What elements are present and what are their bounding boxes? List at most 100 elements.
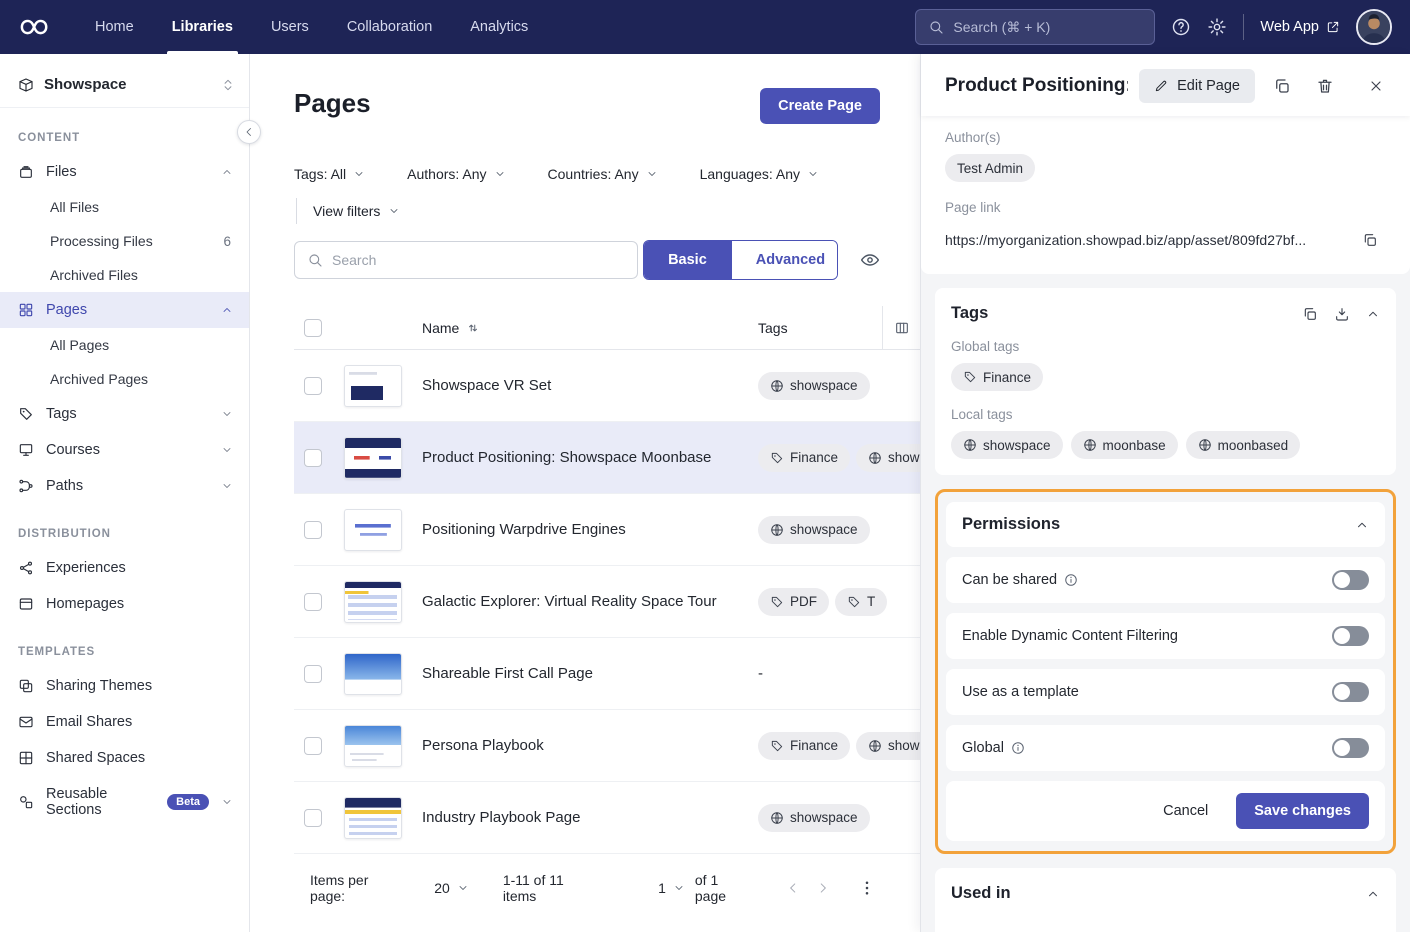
global-toggle[interactable] — [1332, 738, 1369, 758]
web-app-link[interactable]: Web App — [1260, 19, 1340, 35]
row-checkbox[interactable] — [304, 521, 322, 539]
preview-eye-icon[interactable] — [860, 250, 880, 270]
local-tag-chip[interactable]: moonbased — [1186, 431, 1301, 459]
tag-chip[interactable]: showspace — [758, 516, 870, 544]
sidebar-item-processing-files[interactable]: Processing Files 6 — [0, 224, 249, 258]
table-row[interactable]: Industry Playbook Page showspace — [294, 782, 920, 854]
info-icon[interactable] — [1064, 573, 1078, 587]
tag-chip[interactable]: Finance — [758, 732, 850, 760]
sidebar-item-pages[interactable]: Pages — [0, 292, 249, 328]
advanced-mode-button[interactable]: Advanced — [731, 241, 838, 279]
settings-gear-icon[interactable] — [1207, 17, 1227, 37]
sidebar-item-paths[interactable]: Paths — [0, 468, 249, 504]
trash-icon[interactable] — [1309, 70, 1341, 102]
table-row[interactable]: Persona Playbook Finance showspace — [294, 710, 920, 782]
edit-page-button[interactable]: Edit Page — [1139, 69, 1255, 103]
select-all-checkbox[interactable] — [304, 319, 322, 337]
tag-chip[interactable]: showspace — [856, 444, 920, 472]
sidebar-item-archived-pages[interactable]: Archived Pages — [0, 362, 249, 396]
table-row[interactable]: Shareable First Call Page - — [294, 638, 920, 710]
workspace-switch-icon[interactable] — [221, 78, 235, 92]
table-search[interactable] — [294, 241, 638, 279]
view-filters-button[interactable]: View filters — [296, 198, 400, 224]
row-checkbox[interactable] — [304, 593, 322, 611]
save-changes-button[interactable]: Save changes — [1236, 793, 1369, 829]
table-row[interactable]: Positioning Warpdrive Engines showspace — [294, 494, 920, 566]
previous-page-button[interactable] — [779, 873, 809, 903]
global-tag-chip[interactable]: Finance — [951, 363, 1043, 391]
row-checkbox[interactable] — [304, 809, 322, 827]
close-icon[interactable] — [1360, 70, 1392, 102]
next-page-button[interactable] — [808, 873, 838, 903]
global-search[interactable] — [915, 9, 1155, 45]
row-checkbox[interactable] — [304, 377, 322, 395]
row-checkbox[interactable] — [304, 665, 322, 683]
sidebar-item-tags[interactable]: Tags — [0, 396, 249, 432]
table-row[interactable]: Showspace VR Set showspace — [294, 350, 920, 422]
nav-users[interactable]: Users — [252, 0, 328, 54]
sidebar-item-email-shares[interactable]: Email Shares — [0, 704, 249, 740]
tag-label: moonbased — [1218, 438, 1289, 453]
import-tags-icon[interactable] — [1334, 306, 1350, 322]
tag-chip[interactable]: showspace — [758, 372, 870, 400]
info-icon[interactable] — [1011, 741, 1025, 755]
tag-chip[interactable]: showspace — [758, 804, 870, 832]
row-checkbox[interactable] — [304, 737, 322, 755]
filter-authors[interactable]: Authors: Any — [407, 166, 505, 182]
page-link-url[interactable]: https://myorganization.showpad.biz/app/a… — [945, 232, 1344, 248]
showpad-logo-icon[interactable] — [20, 16, 50, 38]
copy-tags-icon[interactable] — [1302, 306, 1318, 322]
sidebar-item-experiences[interactable]: Experiences — [0, 550, 249, 586]
workspace-selector[interactable]: Showspace — [0, 66, 249, 108]
section-label-content: CONTENT — [0, 108, 249, 154]
dynamic-content-filtering-toggle[interactable] — [1332, 626, 1369, 646]
search-mode-toggle: Basic Advanced — [643, 240, 838, 280]
sidebar-item-homepages[interactable]: Homepages — [0, 586, 249, 622]
duplicate-icon[interactable] — [1266, 70, 1298, 102]
sidebar-item-sharing-themes[interactable]: Sharing Themes — [0, 668, 249, 704]
row-checkbox[interactable] — [304, 449, 322, 467]
nav-home[interactable]: Home — [76, 0, 153, 54]
sort-icon[interactable] — [466, 321, 480, 335]
local-tag-chip[interactable]: showspace — [951, 431, 1063, 459]
create-page-button[interactable]: Create Page — [760, 88, 880, 124]
sidebar-item-reusable-sections[interactable]: Reusable Sections Beta — [0, 776, 249, 828]
table-row-selected[interactable]: Product Positioning: Showspace Moonbase … — [294, 422, 920, 494]
sidebar-collapse-button[interactable] — [237, 120, 261, 144]
local-tag-chip[interactable]: moonbase — [1071, 431, 1178, 459]
can-be-shared-toggle[interactable] — [1332, 570, 1369, 590]
sidebar-item-all-pages[interactable]: All Pages — [0, 328, 249, 362]
nav-libraries[interactable]: Libraries — [153, 0, 252, 54]
table-search-input[interactable] — [332, 252, 625, 268]
sidebar-item-shared-spaces[interactable]: Shared Spaces — [0, 740, 249, 776]
tag-chip[interactable]: showspace — [856, 732, 920, 760]
author-chip[interactable]: Test Admin — [945, 154, 1035, 182]
basic-mode-button[interactable]: Basic — [644, 241, 731, 279]
sidebar-item-courses[interactable]: Courses — [0, 432, 249, 468]
tag-chip[interactable]: Finance — [758, 444, 850, 472]
table-row[interactable]: Galactic Explorer: Virtual Reality Space… — [294, 566, 920, 638]
filter-countries[interactable]: Countries: Any — [548, 166, 658, 182]
pagination-more-icon[interactable] — [858, 879, 876, 897]
items-per-page-select[interactable]: 20 — [434, 880, 469, 896]
sidebar-item-files[interactable]: Files — [0, 154, 249, 190]
sidebar-item-all-files[interactable]: All Files — [0, 190, 249, 224]
filter-tags[interactable]: Tags: All — [294, 166, 365, 182]
sidebar-item-archived-files[interactable]: Archived Files — [0, 258, 249, 292]
cancel-button[interactable]: Cancel — [1153, 794, 1218, 828]
collapse-used-in-chevron-up-icon[interactable] — [1366, 887, 1380, 901]
help-icon[interactable] — [1171, 17, 1191, 37]
filter-languages[interactable]: Languages: Any — [700, 166, 819, 182]
use-as-template-toggle[interactable] — [1332, 682, 1369, 702]
collapse-tags-chevron-up-icon[interactable] — [1366, 307, 1380, 321]
tag-chip[interactable]: PDF — [758, 588, 829, 616]
page-select[interactable]: 1 — [658, 880, 685, 896]
tag-chip[interactable]: T — [835, 588, 887, 616]
columns-settings-icon[interactable] — [882, 306, 920, 350]
user-avatar[interactable] — [1356, 9, 1392, 45]
collapse-permissions-chevron-up-icon[interactable] — [1355, 518, 1369, 532]
global-search-input[interactable] — [953, 19, 1142, 35]
copy-link-icon[interactable] — [1354, 224, 1386, 256]
nav-analytics[interactable]: Analytics — [451, 0, 547, 54]
nav-collaboration[interactable]: Collaboration — [328, 0, 451, 54]
